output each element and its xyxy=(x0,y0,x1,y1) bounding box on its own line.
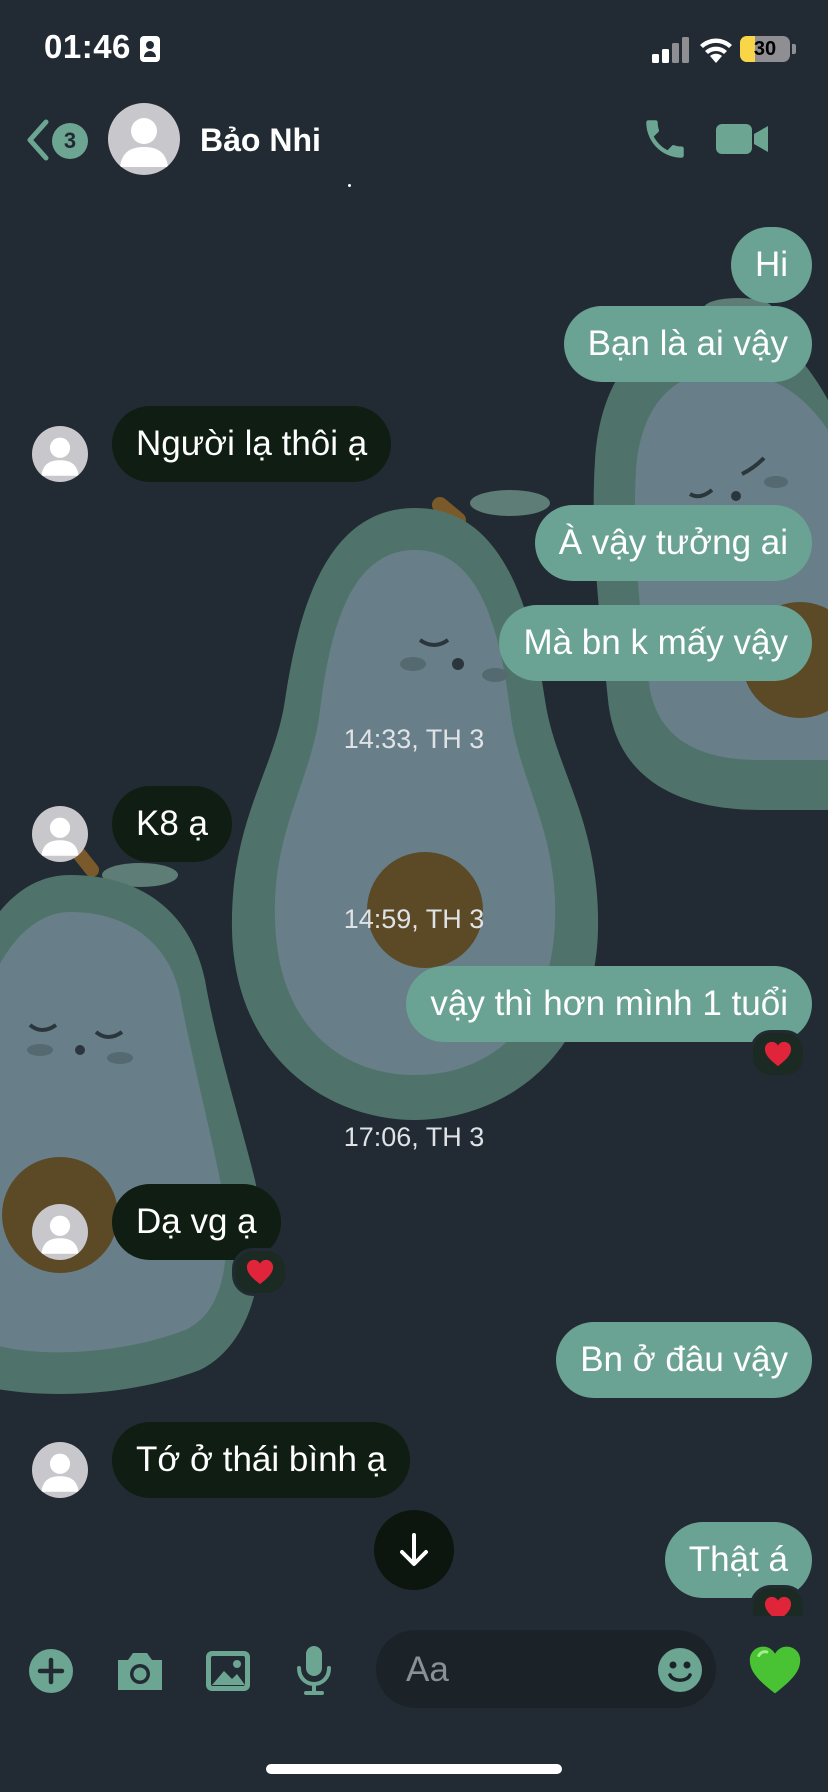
camera-icon[interactable] xyxy=(114,1648,166,1694)
message-timestamp: 14:33, TH 3 xyxy=(343,724,485,754)
battery-icon: 30 xyxy=(740,36,790,62)
message-bubble-outgoing[interactable]: Bn ở đâu vậy xyxy=(556,1322,812,1398)
heart-icon xyxy=(246,1259,274,1285)
heart-icon xyxy=(764,1041,792,1067)
contact-avatar[interactable] xyxy=(108,103,180,175)
arrow-down-icon xyxy=(400,1533,428,1566)
message-bubble-outgoing[interactable]: Bạn là ai vậy xyxy=(563,306,812,382)
sender-avatar[interactable] xyxy=(32,426,88,482)
video-call-icon[interactable] xyxy=(716,118,770,160)
battery-percentage: 30 xyxy=(753,38,777,60)
message-bubble-outgoing[interactable]: vậy thì hơn mình 1 tuổi xyxy=(406,966,812,1042)
sender-avatar[interactable] xyxy=(32,806,88,862)
message-bubble-outgoing[interactable]: Hi xyxy=(730,227,812,303)
message-timestamp: 14:59, TH 3 xyxy=(343,904,485,934)
sender-avatar[interactable] xyxy=(32,1204,88,1260)
battery-tip xyxy=(792,44,796,54)
default-user-icon xyxy=(41,1453,79,1492)
wifi-icon xyxy=(700,38,732,63)
sender-avatar[interactable] xyxy=(32,1442,88,1498)
contact-card-icon xyxy=(140,36,160,62)
heart-reaction[interactable] xyxy=(232,1248,288,1296)
image-icon[interactable] xyxy=(204,1648,252,1694)
message-bubble-outgoing[interactable]: À vậy tưởng ai xyxy=(534,505,812,581)
heart-reaction[interactable] xyxy=(750,1030,806,1078)
home-indicator xyxy=(266,1764,562,1774)
contact-name[interactable]: Bảo Nhi xyxy=(200,122,321,159)
default-user-icon xyxy=(41,437,79,476)
message-bubble-incoming[interactable]: K8 ạ xyxy=(112,786,232,862)
phone-call-icon[interactable] xyxy=(640,114,690,164)
back-chevron-icon[interactable] xyxy=(24,118,50,162)
unread-count-badge[interactable]: 3 xyxy=(52,123,88,159)
plus-icon[interactable] xyxy=(28,1648,74,1694)
message-input-placeholder[interactable]: Aa xyxy=(406,1650,449,1690)
emoji-icon[interactable] xyxy=(656,1646,704,1694)
message-timestamp: 17:06, TH 3 xyxy=(343,1122,485,1152)
message-bubble-outgoing[interactable]: Mà bn k mấy vậy xyxy=(499,605,812,681)
signal-icon xyxy=(652,37,689,63)
default-user-icon xyxy=(120,118,168,167)
default-user-icon xyxy=(41,1215,79,1254)
status-time: 01:46 xyxy=(44,28,131,65)
default-user-icon xyxy=(41,817,79,856)
microphone-icon[interactable] xyxy=(294,1644,334,1696)
header-dot xyxy=(348,184,351,187)
message-bubble-incoming[interactable]: Tớ ở thái bình ạ xyxy=(112,1422,411,1498)
message-bubble-incoming[interactable]: Người lạ thôi ạ xyxy=(112,406,392,482)
green-heart-icon[interactable] xyxy=(744,1642,806,1698)
scroll-to-bottom-button[interactable] xyxy=(374,1510,454,1590)
